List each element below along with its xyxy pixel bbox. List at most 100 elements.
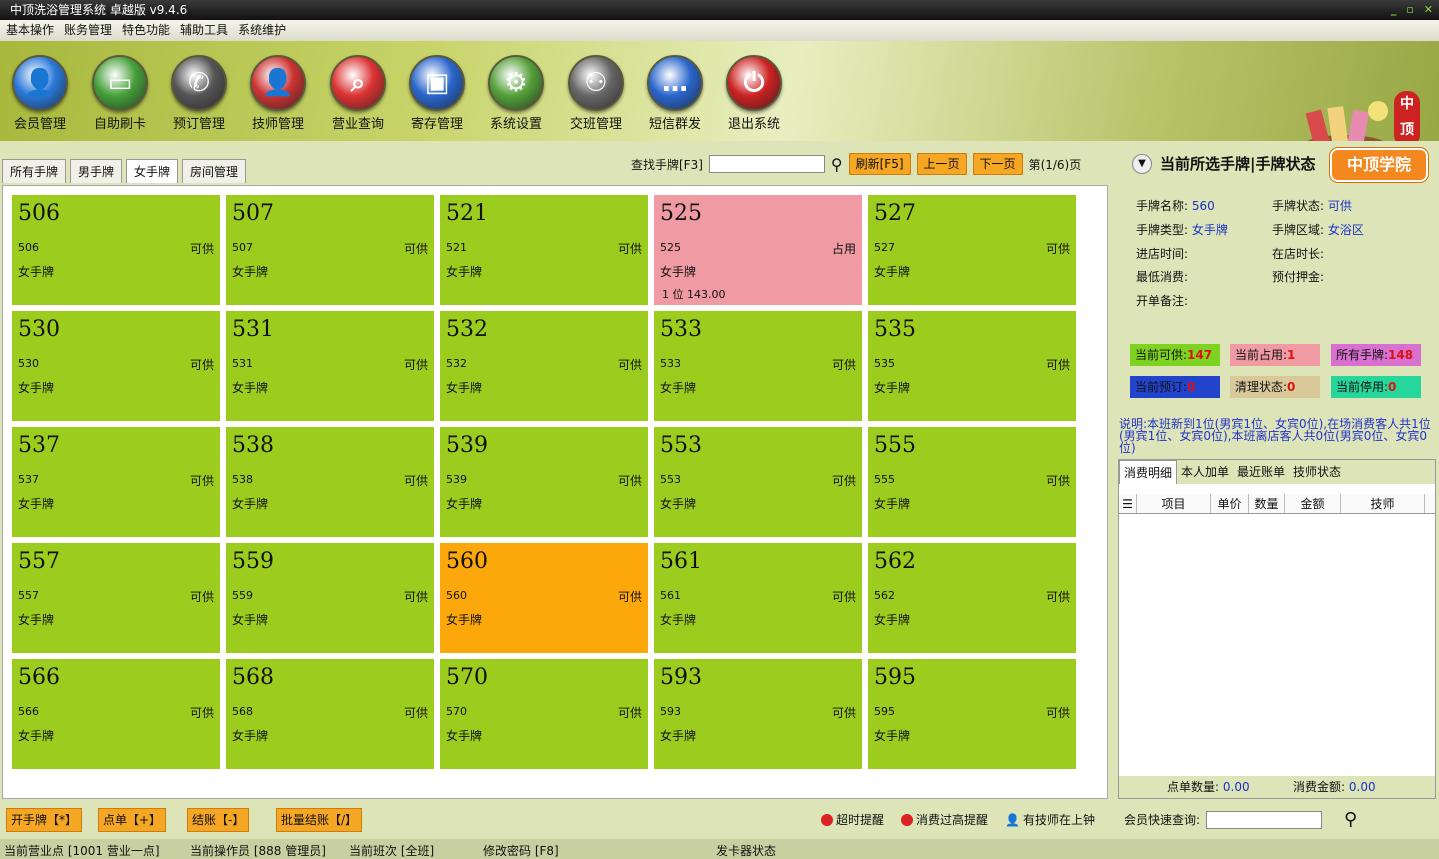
- info-area: 手牌区域: 女浴区: [1272, 221, 1364, 238]
- prev-page-button[interactable]: 上一页: [916, 153, 967, 175]
- tab-self-add[interactable]: 本人加单: [1177, 460, 1233, 484]
- toolbar-label: 短信群发: [648, 117, 701, 132]
- toolbar-label: 交班管理: [569, 117, 622, 132]
- hand-card-tile[interactable]: 533 533 可供 女手牌: [654, 311, 862, 421]
- detail-title: 当前所选手牌|手牌状态: [1160, 155, 1316, 173]
- column-header[interactable]: 数量: [1249, 494, 1285, 513]
- card-type: 女手牌: [232, 729, 269, 743]
- toolbar-sms-button[interactable]: … 短信群发: [638, 55, 712, 132]
- hand-card-tile[interactable]: 562 562 可供 女手牌: [868, 543, 1076, 653]
- card-code: 560: [446, 589, 467, 602]
- hand-card-tile[interactable]: 560 560 可供 女手牌: [440, 543, 648, 653]
- menu-features[interactable]: 特色功能: [122, 20, 170, 41]
- restore-button[interactable]: ▫: [1406, 0, 1413, 20]
- toolbar-technician-button[interactable]: 👤 技师管理: [241, 55, 315, 132]
- toolbar-query-button[interactable]: ⌕ 营业查询: [321, 55, 395, 132]
- hand-card-tile[interactable]: 559 559 可供 女手牌: [226, 543, 434, 653]
- card-grid: 506 506 可供 女手牌 507 507 可供 女手牌 521 521 可供 女手牌 525 525 占…: [2, 185, 1108, 799]
- search-icon[interactable]: ⚲: [1344, 809, 1357, 830]
- info-label: 在店时长:: [1272, 247, 1325, 261]
- column-header[interactable]: 技师: [1341, 494, 1425, 513]
- column-header[interactable]: 金额: [1285, 494, 1341, 513]
- consumption-summary: 点单数量: 0.00 消费金额: 0.00: [1119, 776, 1435, 798]
- search-input[interactable]: [708, 155, 825, 173]
- toolbar-selfcard-button[interactable]: ▭ 自助刷卡: [83, 55, 157, 132]
- stat-value: 148: [1388, 348, 1414, 362]
- hand-card-tile[interactable]: 539 539 可供 女手牌: [440, 427, 648, 537]
- member-search-input[interactable]: [1206, 810, 1323, 829]
- stat-occupied: 当前占用:1: [1230, 344, 1320, 366]
- toolbar-member-button[interactable]: 👤 会员管理: [3, 55, 77, 132]
- hand-card-tile[interactable]: 506 506 可供 女手牌: [12, 195, 220, 305]
- menu-bar: 基本操作 账务管理 特色功能 辅助工具 系统维护: [0, 20, 1439, 41]
- overspend-alert[interactable]: 消费过高提醒: [901, 811, 988, 828]
- batch-checkout-button[interactable]: 批量结账【/】: [276, 808, 363, 832]
- close-button[interactable]: ✕: [1424, 0, 1433, 20]
- hand-card-tile[interactable]: 525 525 占用 女手牌 1 位 143.00: [654, 195, 862, 305]
- card-status: 可供: [617, 242, 642, 256]
- card-status: 可供: [617, 358, 642, 372]
- menu-basic[interactable]: 基本操作: [6, 20, 54, 41]
- toolbar-shift-button[interactable]: ⚇ 交班管理: [559, 55, 633, 132]
- hand-card-tile[interactable]: 521 521 可供 女手牌: [440, 195, 648, 305]
- tab-male-cards[interactable]: 男手牌: [70, 159, 123, 183]
- card-status: 可供: [831, 706, 856, 720]
- change-password-link[interactable]: 修改密码 [F8]: [483, 843, 559, 859]
- hand-card-tile[interactable]: 535 535 可供 女手牌: [868, 311, 1076, 421]
- card-icon: ▭: [92, 55, 148, 111]
- hand-card-tile[interactable]: 537 537 可供 女手牌: [12, 427, 220, 537]
- hand-card-tile[interactable]: 555 555 可供 女手牌: [868, 427, 1076, 537]
- tab-technician-status[interactable]: 技师状态: [1289, 460, 1345, 484]
- card-status: 可供: [831, 590, 856, 604]
- timeout-alert[interactable]: 超时提醒: [821, 811, 884, 828]
- toolbar-settings-button[interactable]: ⚙ 系统设置: [479, 55, 553, 132]
- card-panel: 所有手牌 男手牌 女手牌 房间管理 查找手牌[F3] ⚲ 刷新[F5] 上一页 …: [0, 141, 1112, 801]
- school-button[interactable]: 中顶学院: [1330, 148, 1428, 182]
- hand-card-tile[interactable]: 507 507 可供 女手牌: [226, 195, 434, 305]
- tab-recent-bills[interactable]: 最近账单: [1233, 460, 1289, 484]
- open-card-button[interactable]: 开手牌【*】: [6, 808, 83, 832]
- card-type: 女手牌: [874, 729, 911, 743]
- tab-consumption-detail[interactable]: 消费明细: [1119, 460, 1178, 484]
- menu-tools[interactable]: 辅助工具: [180, 20, 228, 41]
- stat-label: 所有手牌:: [1336, 348, 1389, 362]
- hand-card-tile[interactable]: 595 595 可供 女手牌: [868, 659, 1076, 769]
- hand-card-tile[interactable]: 532 532 可供 女手牌: [440, 311, 648, 421]
- hand-card-tile[interactable]: 557 557 可供 女手牌: [12, 543, 220, 653]
- card-status: 可供: [617, 590, 642, 604]
- hand-card-tile[interactable]: 566 566 可供 女手牌: [12, 659, 220, 769]
- next-page-button[interactable]: 下一页: [972, 153, 1023, 175]
- card-guest-info: 1 位 143.00: [662, 288, 726, 301]
- tab-all-cards[interactable]: 所有手牌: [2, 159, 67, 183]
- hand-card-tile[interactable]: 568 568 可供 女手牌: [226, 659, 434, 769]
- hand-card-tile[interactable]: 593 593 可供 女手牌: [654, 659, 862, 769]
- card-type: 女手牌: [874, 265, 911, 279]
- hand-card-tile[interactable]: 553 553 可供 女手牌: [654, 427, 862, 537]
- toolbar-storage-button[interactable]: ▣ 寄存管理: [400, 55, 474, 132]
- hand-card-tile[interactable]: 561 561 可供 女手牌: [654, 543, 862, 653]
- search-icon[interactable]: ⚲: [831, 155, 843, 174]
- minimize-button[interactable]: _: [1391, 0, 1397, 20]
- column-header[interactable]: 单价: [1211, 494, 1249, 513]
- toolbar-label: 寄存管理: [410, 117, 463, 132]
- toolbar-exit-button[interactable]: ⏻ 退出系统: [717, 55, 791, 132]
- checkout-button[interactable]: 结账【-】: [187, 808, 250, 832]
- technician-alert[interactable]: 👤 有技师在上钟: [1005, 811, 1095, 828]
- menu-accounts[interactable]: 账务管理: [64, 20, 112, 41]
- hand-card-tile[interactable]: 538 538 可供 女手牌: [226, 427, 434, 537]
- refresh-button[interactable]: 刷新[F5]: [848, 153, 911, 175]
- info-remark: 开单备注:: [1136, 292, 1188, 309]
- hand-card-tile[interactable]: 530 530 可供 女手牌: [12, 311, 220, 421]
- hand-card-tile[interactable]: 531 531 可供 女手牌: [226, 311, 434, 421]
- menu-maintenance[interactable]: 系统维护: [238, 20, 286, 41]
- order-button[interactable]: 点单【+】: [98, 808, 167, 832]
- hand-card-tile[interactable]: 570 570 可供 女手牌: [440, 659, 648, 769]
- chevron-down-icon[interactable]: ▼: [1132, 153, 1152, 174]
- tab-room-management[interactable]: 房间管理: [182, 159, 247, 183]
- card-number: 506: [18, 201, 60, 226]
- tab-female-cards[interactable]: 女手牌: [126, 159, 179, 183]
- hand-card-tile[interactable]: 527 527 可供 女手牌: [868, 195, 1076, 305]
- info-checkin: 进店时间:: [1136, 245, 1188, 262]
- toolbar-booking-button[interactable]: ✆ 预订管理: [162, 55, 236, 132]
- column-header[interactable]: 项目: [1137, 494, 1211, 513]
